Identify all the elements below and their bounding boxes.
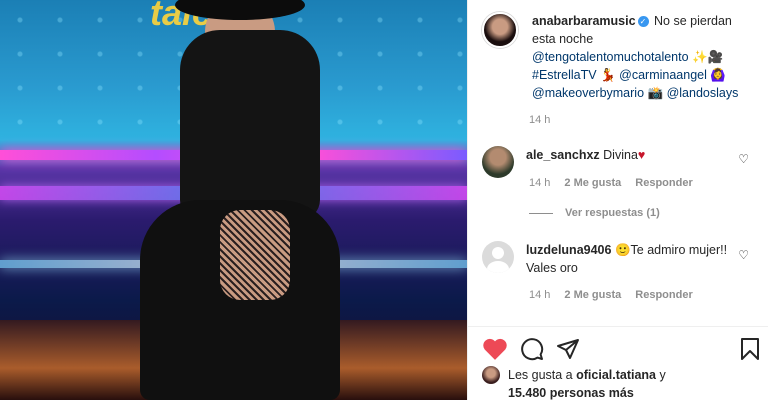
verified-icon: ✓ [637,16,649,28]
post-photo[interactable]: talento [0,0,467,400]
likes-suffix: y [659,368,666,382]
like-comment-icon[interactable]: ♡ [738,152,749,166]
caption-line: esta noche [532,32,594,46]
share-icon[interactable] [556,337,580,361]
comment-body: ale_sanchxz Divina♥ [526,146,741,178]
comment: ale_sanchxz Divina♥ [482,146,761,178]
post-caption: anabarbaramusic ✓ No se pierdan esta noch… [482,12,761,102]
likes-text: Les gusta a oficial.tatiana y 15.480 per… [508,366,666,402]
comment-username[interactable]: ale_sanchxz [526,148,600,162]
view-replies-label: Ver respuestas (1) [565,207,660,219]
bookmark-icon[interactable] [740,337,760,361]
mention-link[interactable]: @carminaangel [619,68,707,82]
heart-icon[interactable] [482,337,508,361]
avatar[interactable] [482,241,514,273]
comment-likes[interactable]: 2 Me gusta [564,289,621,301]
person-figure [120,0,380,400]
avatar[interactable] [482,146,514,178]
likes-summary: Les gusta a oficial.tatiana y 15.480 per… [482,366,666,402]
dancer-icon: 💃 [600,68,616,82]
hashtag-link[interactable]: #EstrellaTV [532,68,597,82]
reply-button[interactable]: Responder [635,177,692,189]
comment-likes[interactable]: 2 Me gusta [564,177,621,189]
comment-username[interactable]: luzdeluna9406 [526,243,611,257]
comment-meta: 14 h 2 Me gusta Responder [529,177,693,189]
action-bar [468,326,768,371]
sparkles-icon: ✨🎥 [692,50,724,64]
reply-button[interactable]: Responder [635,289,692,301]
comment: luzdeluna9406 🙂Te admiro mujer!! Vales o… [482,241,761,277]
avatar[interactable] [482,366,500,384]
caption-line: No se pierdan [654,14,732,28]
caption-timestamp: 14 h [529,114,551,126]
mention-link[interactable]: @makeoverbymario [532,86,644,100]
woman-icon: 🙆‍♀️ [710,68,726,82]
smile-emoji-icon: 🙂 [614,243,631,257]
mention-link[interactable]: @landoslays [667,86,739,100]
post-username[interactable]: anabarbaramusic [532,14,636,28]
comment-icon[interactable] [520,337,544,361]
post-sidebar: anabarbaramusic ✓ No se pierdan esta noch… [467,0,768,400]
heart-emoji-icon: ♥ [637,148,646,162]
likes-prefix: Les gusta a [508,368,573,382]
comment-body: luzdeluna9406 🙂Te admiro mujer!! Vales o… [526,241,741,277]
comment-timestamp: 14 h [529,289,551,301]
comment-timestamp: 14 h [529,177,551,189]
view-replies[interactable]: Ver respuestas (1) [529,207,660,219]
comment-meta: 14 h 2 Me gusta Responder [529,289,693,301]
likes-user[interactable]: oficial.tatiana [576,368,656,382]
like-comment-icon[interactable]: ♡ [738,248,749,262]
likes-count[interactable]: 15.480 personas más [508,386,634,400]
mention-link[interactable]: @tengotalentomuchotalento [532,50,689,64]
divider [529,212,553,214]
avatar[interactable] [482,12,518,48]
comment-text: Divina [603,148,638,162]
camera-icon: 📸 [647,86,664,100]
caption-text: anabarbaramusic ✓ No se pierdan esta noch… [532,12,757,102]
